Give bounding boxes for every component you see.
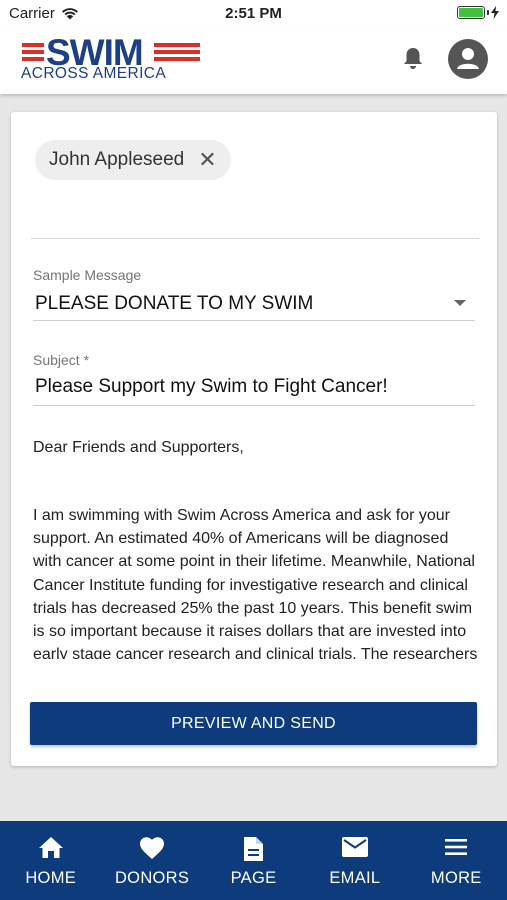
clock: 2:51 PM <box>225 5 282 22</box>
recipients-divider <box>31 238 479 239</box>
nav-donors[interactable]: DONORS <box>101 821 202 900</box>
nav-more-label: MORE <box>430 869 482 887</box>
sample-message-underline <box>33 320 475 321</box>
sample-message-select[interactable]: PLEASE DONATE TO MY SWIM <box>35 293 313 315</box>
nav-page-label: PAGE <box>230 869 277 887</box>
menu-icon <box>445 839 468 855</box>
nav-page[interactable]: PAGE <box>203 821 304 900</box>
recipient-name: John Appleseed <box>49 149 185 170</box>
charging-bolt-icon <box>491 6 499 19</box>
subject-input[interactable]: Please Support my Swim to Fight Cancer! <box>35 376 388 398</box>
mail-icon <box>341 837 368 857</box>
remove-recipient-icon[interactable]: ✕ <box>198 149 216 171</box>
heart-icon <box>140 837 165 859</box>
status-bar: Carrier 2:51 PM <box>0 0 507 28</box>
notifications-bell-icon[interactable] <box>402 46 424 70</box>
swim-across-america-logo: SWIM ACROSS AMERICA <box>20 33 202 83</box>
message-body[interactable]: I am swimming with Swim Across America a… <box>33 504 481 659</box>
preview-and-send-button[interactable]: PREVIEW AND SEND <box>30 702 477 745</box>
nav-home[interactable]: HOME <box>0 821 101 900</box>
dropdown-arrow-icon[interactable] <box>454 300 466 306</box>
nav-email[interactable]: EMAIL <box>304 821 405 900</box>
account-avatar-icon[interactable] <box>448 39 488 79</box>
home-icon <box>38 837 63 858</box>
bottom-navigation: HOME DONORS PAGE EMAIL MORE <box>0 821 507 900</box>
nav-more[interactable]: MORE <box>406 821 507 900</box>
battery-icon <box>457 6 499 19</box>
sample-message-label: Sample Message <box>33 267 142 283</box>
nav-home-label: HOME <box>25 869 77 887</box>
email-compose-card: John Appleseed ✕ Sample Message PLEASE D… <box>11 112 497 766</box>
message-greeting[interactable]: Dear Friends and Supporters, <box>33 439 244 457</box>
nav-donors-label: DONORS <box>114 869 190 887</box>
nav-email-label: EMAIL <box>329 869 381 887</box>
app-header: SWIM ACROSS AMERICA <box>0 28 507 94</box>
subject-underline <box>33 405 475 406</box>
logo-subtitle: ACROSS AMERICA <box>21 65 167 82</box>
recipient-chip[interactable]: John Appleseed ✕ <box>35 140 231 180</box>
document-icon <box>244 837 264 861</box>
subject-label: Subject * <box>33 352 90 368</box>
